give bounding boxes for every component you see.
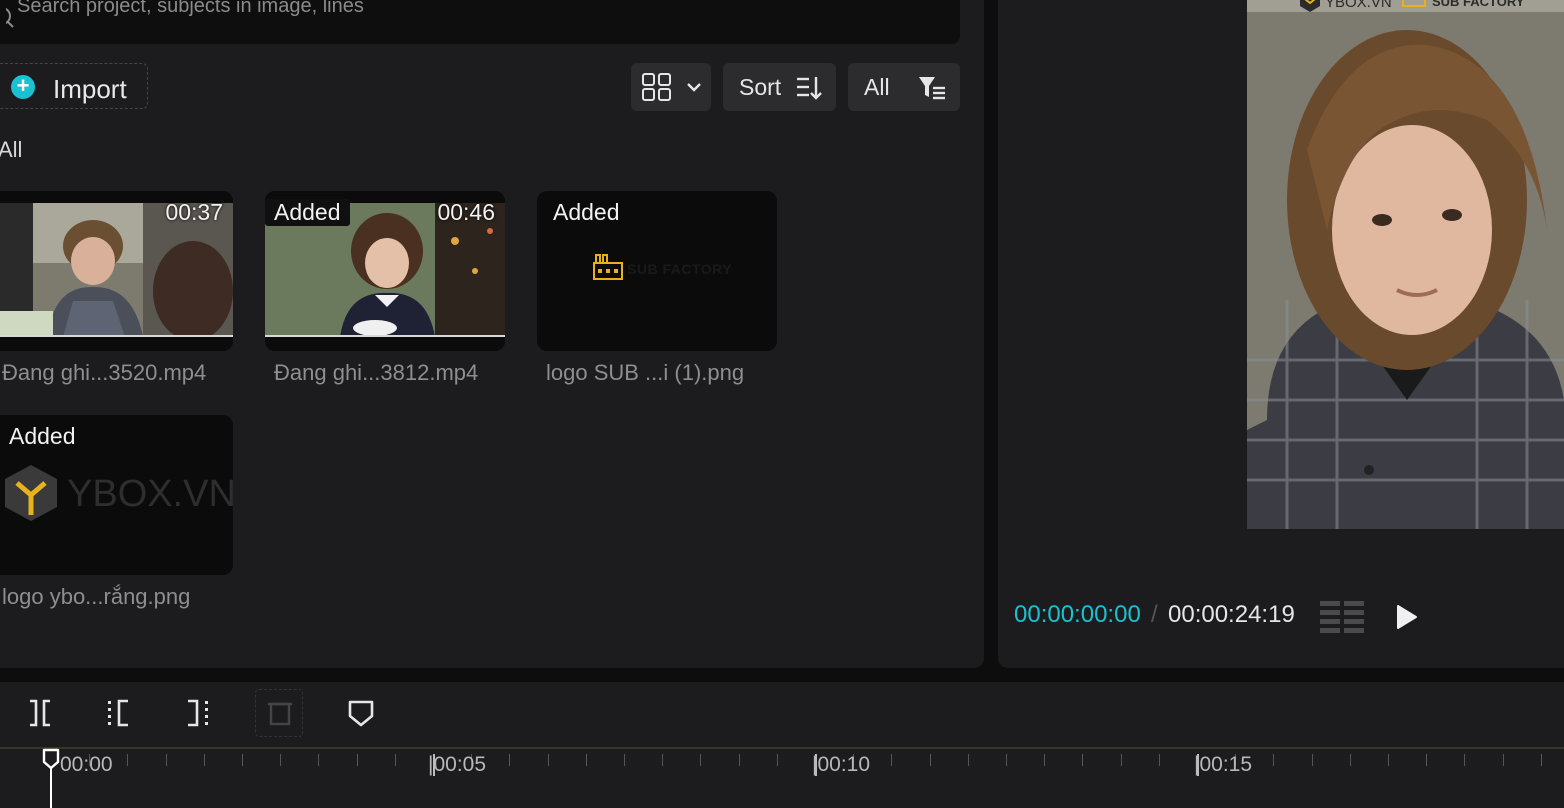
progress-line — [265, 335, 505, 337]
ruler-tick — [738, 754, 740, 766]
list-icon[interactable] — [1320, 599, 1366, 635]
marker-icon[interactable] — [346, 698, 376, 728]
duration-label: 00:46 — [437, 199, 495, 225]
ruler-tick — [1311, 754, 1313, 766]
tick-label-0: 00:00 — [60, 753, 113, 776]
watermark-ybox: YBOX.VN — [1325, 0, 1392, 11]
chevron-down-icon — [687, 83, 701, 92]
import-label: Import — [53, 74, 127, 104]
ruler-tick — [1388, 754, 1389, 766]
ruler-tick — [394, 754, 396, 766]
ybox-watermark-icon — [1300, 0, 1320, 12]
duration-label: 00:37 — [165, 199, 223, 225]
ruler-tick — [1464, 754, 1466, 766]
ruler-tick — [1006, 754, 1007, 766]
ruler-tick — [1158, 754, 1160, 766]
sort-icon — [797, 77, 822, 100]
player-panel: YBOX.VN SUB FACTORY 00:00:00:00 / 00:00:… — [998, 0, 1564, 668]
delete-button[interactable] — [255, 689, 303, 737]
video-preview[interactable]: YBOX.VN SUB FACTORY — [1247, 0, 1564, 529]
ruler-tick — [280, 754, 282, 766]
ruler-tick — [547, 754, 549, 766]
ruler-tick — [1082, 754, 1084, 766]
timeline-ruler[interactable]: 00:00 |00:05 |00:10 |00:15 — [0, 744, 1564, 808]
ruler-tick — [700, 754, 702, 766]
media-card-image-1[interactable]: Added SUB FACTORY — [537, 191, 777, 351]
factory-watermark-icon — [1402, 0, 1426, 7]
tick-label-15: |00:15 — [1194, 753, 1253, 776]
split-icon[interactable] — [26, 698, 56, 728]
ruler-tick — [356, 754, 358, 766]
ruler-tick — [242, 754, 243, 766]
watermark-subfactory: SUB FACTORY — [1432, 0, 1525, 9]
ruler-tick — [662, 754, 664, 766]
media-name: Đang ghi...3812.mp4 — [274, 360, 479, 385]
media-name: Đang ghi...3520.mp4 — [2, 360, 207, 385]
ruler-tick — [585, 754, 587, 766]
added-badge: Added — [9, 423, 76, 449]
tick-label-5: |00:05 — [428, 753, 487, 776]
ruler-tick — [203, 754, 205, 766]
ruler-tick — [1426, 754, 1428, 766]
media-card-video-2[interactable]: Added 00:46 — [265, 191, 505, 351]
ybox-logo-icon — [5, 465, 57, 521]
ruler-tick — [1044, 754, 1046, 766]
search-input[interactable] — [17, 0, 617, 18]
delete-icon — [268, 702, 292, 726]
ruler-tick — [1273, 754, 1275, 766]
logo-text: YBOX.VN — [67, 473, 233, 515]
ruler-tick — [776, 754, 778, 766]
logo-text: SUB FACTORY — [627, 261, 733, 277]
ruler-track — [0, 747, 1564, 749]
ruler-tick — [624, 754, 625, 766]
section-title: All — [0, 137, 23, 162]
media-card-image-2[interactable]: Added YBOX.VN — [0, 415, 233, 575]
tick-label-10: |00:10 — [812, 753, 871, 776]
ruler-tick — [127, 754, 129, 766]
ruler-tick — [891, 754, 893, 766]
progress-line — [0, 335, 233, 337]
playhead-line — [50, 766, 52, 808]
ruler-tick — [509, 754, 511, 766]
ruler-tick — [165, 754, 167, 766]
ruler-tick — [967, 754, 969, 766]
ruler-tick — [1349, 754, 1351, 766]
total-time: 00:00:24:19 — [1168, 601, 1295, 628]
current-time: 00:00:00:00 — [1014, 601, 1141, 628]
ruler-tick — [929, 754, 931, 766]
filter-label: All — [864, 74, 890, 100]
sort-button[interactable]: Sort — [723, 63, 836, 111]
filter-button[interactable]: All — [848, 63, 960, 111]
import-button[interactable]: + Import — [0, 63, 148, 109]
edit-toolbar — [0, 682, 1564, 744]
factory-logo-icon — [593, 254, 623, 280]
search-bar[interactable] — [0, 0, 960, 44]
grid-view-icon — [642, 73, 671, 101]
trim-right-icon[interactable] — [184, 698, 214, 728]
ruler-tick — [1502, 754, 1504, 766]
time-separator: / — [1151, 601, 1158, 628]
preview-frame — [1247, 0, 1564, 529]
trim-left-icon[interactable] — [104, 698, 134, 728]
filter-icon — [919, 77, 945, 100]
view-mode-button[interactable] — [631, 63, 711, 111]
ruler-tick — [1120, 754, 1122, 766]
added-badge: Added — [553, 199, 620, 225]
media-panel: + Import Sort All All — [0, 0, 984, 668]
playhead-handle[interactable] — [42, 748, 60, 770]
media-name: logo ybo...rắng.png — [2, 584, 191, 609]
ruler-tick — [1540, 754, 1542, 766]
media-card-video-1[interactable]: 00:37 — [0, 191, 233, 351]
plus-circle-icon: + — [11, 75, 35, 99]
added-badge: Added — [265, 199, 350, 226]
media-name: logo SUB ...i (1).png — [546, 360, 745, 385]
sort-label: Sort — [739, 74, 782, 100]
ruler-tick — [318, 754, 320, 766]
play-icon[interactable] — [1396, 604, 1418, 630]
